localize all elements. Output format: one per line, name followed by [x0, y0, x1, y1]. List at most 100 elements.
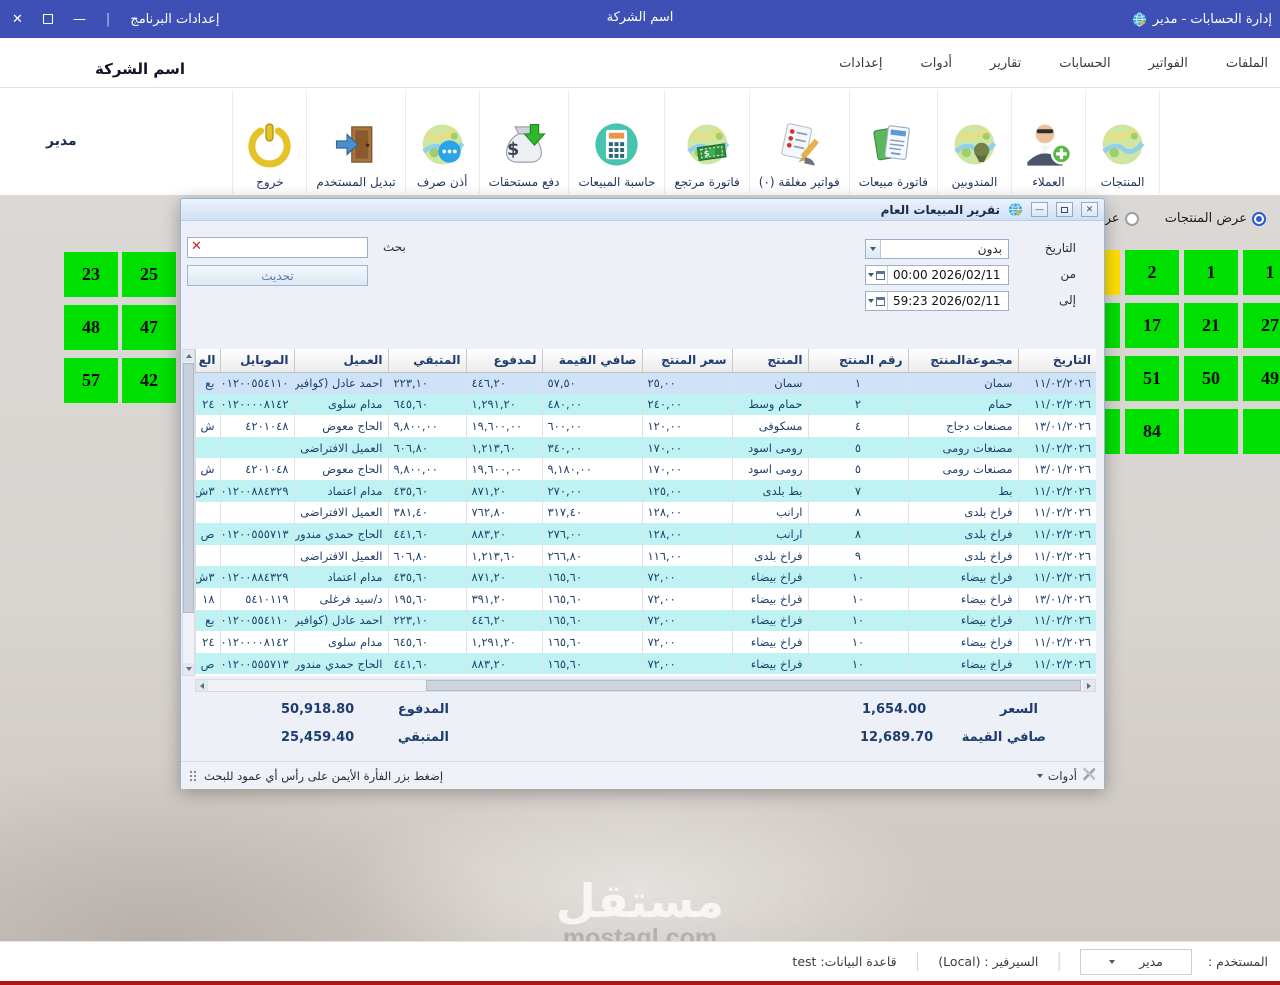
date-mode-combobox[interactable]: بدون	[865, 239, 1009, 259]
resize-grip-icon[interactable]	[189, 769, 197, 782]
table-row[interactable]: ١١/٠٢/٢٠٢٦ فراخ بيضاء ١٠ فراخ بيضاء ٧٢,٠٠ ١٦٥…	[195, 631, 1096, 653]
toolbar-button[interactable]: حاسبة المبيعات	[568, 90, 665, 194]
user-combobox-arrow-icon	[1109, 959, 1116, 964]
product-tile[interactable]: 1	[1243, 250, 1280, 295]
watermark-line1: مستقل	[555, 874, 725, 928]
toolbar-button[interactable]: فواتير مغلقة (٠)	[748, 90, 849, 194]
product-tile[interactable]: 1	[1184, 250, 1238, 295]
column-header[interactable]: مجموعةالمنتج	[907, 349, 1018, 373]
table-row[interactable]: ١١/٠٢/٢٠٢٦ بط ٧ بط بلدى ١٢٥,٠٠ ٢٧٠,٠٠ ٨٧١,٢٠ ٤٣…	[195, 479, 1096, 502]
calendar-dropdown-icon[interactable]	[866, 266, 888, 284]
menu-item[interactable]: الملفات	[1226, 56, 1268, 71]
table-row[interactable]: ١١/٠٢/٢٠٢٦ فراخ بيضاء ١٠ فراخ بيضاء ٧٢,٠٠ ١٦٥…	[195, 609, 1096, 632]
product-tile[interactable]: 21	[1184, 303, 1238, 348]
table-cell: ١١/٠٢/٢٠٢٦	[1017, 544, 1096, 567]
horizontal-scrollbar[interactable]	[195, 679, 1096, 692]
table-row[interactable]: ١١/٠٢/٢٠٢٦ فراخ بيضاء ١٠ فراخ بيضاء ٧٢,٠٠ ١٦٥…	[195, 566, 1096, 588]
product-tile[interactable]: 50	[1184, 356, 1238, 401]
vertical-scrollbar[interactable]	[182, 349, 195, 676]
menu-item[interactable]: إعدادات	[839, 56, 882, 71]
dialog-title: تقرير المبيعات العام	[880, 202, 1000, 217]
menu-item[interactable]: تقارير	[990, 56, 1021, 71]
table-row[interactable]: ١١/٠٢/٢٠٢٦ فراخ بيضاء ١٠ فراخ بيضاء ٧٢,٠٠ ١٦٥…	[195, 652, 1096, 675]
toolbar-button[interactable]: $ فاتورة مرتجع	[664, 90, 749, 194]
combobox-arrow-icon[interactable]	[866, 240, 881, 258]
close-button[interactable]: ✕	[12, 12, 23, 27]
table-row[interactable]: ١١/٠٢/٢٠٢٦ سمان ١ سمان ٢٥,٠٠ ٥٧,٥٠ ٤٤٦,٢٠ ٢٢٣,١…	[195, 372, 1096, 394]
column-header[interactable]: سعر المنتج	[641, 349, 732, 373]
product-tile[interactable]: 42	[122, 358, 176, 403]
table-cell: ١١/٠٢/٢٠٢٦	[1017, 652, 1096, 675]
column-header[interactable]: التاريخ	[1017, 349, 1096, 373]
product-tile[interactable]: 47	[122, 305, 176, 350]
table-row[interactable]: ١٣/٠١/٢٠٢٦ مصنعات رومى ٥ رومى اسود ١٧٠,٠٠ ٩,١…	[195, 458, 1096, 480]
table-row[interactable]: ١٣/٠١/٢٠٢٦ مصنعات دجاج ٤ مسكوفى ١٢٠,٠٠ ٦٠٠,٠٠…	[195, 415, 1096, 437]
column-header[interactable]: رقم المنتج	[807, 349, 908, 373]
product-tile[interactable]: 51	[1125, 356, 1179, 401]
product-tile[interactable]: 25	[122, 252, 176, 297]
table-row[interactable]: ١٣/٠١/٢٠٢٦ فراخ بيضاء ١٠ فراخ بيضاء ٧٢,٠٠ ١٦٥…	[195, 587, 1096, 610]
toolbar-button[interactable]: المندوبين	[937, 90, 1011, 194]
menu-item[interactable]: الفواتير	[1149, 56, 1188, 71]
toolbar-button-label: أذن صرف	[416, 175, 468, 189]
product-tile[interactable]	[1243, 409, 1280, 454]
program-settings-link[interactable]: إعدادات البرنامج	[130, 12, 219, 27]
statusbar-separator: │	[1054, 952, 1064, 971]
menu-item[interactable]: الحسابات	[1059, 56, 1110, 71]
table-row[interactable]: ١١/٠٢/٢٠٢٦ مصنعات رومى ٥ رومى اسود ١٧٠,٠٠ ٣٤٠…	[195, 436, 1096, 459]
scroll-down-icon[interactable]	[183, 663, 194, 675]
to-date-picker[interactable]: 59:23 2026/02/11	[865, 291, 1009, 311]
toolbar-button[interactable]: $ دفع مستحقات	[478, 90, 569, 194]
product-tile[interactable]: 57	[64, 358, 118, 403]
toolbar-button[interactable]: العملاء	[1011, 90, 1085, 194]
scroll-up-icon[interactable]	[183, 350, 194, 362]
dialog-titlebar[interactable]: تقرير المبيعات العام — ✕	[181, 199, 1104, 221]
product-tile[interactable]	[1184, 409, 1238, 454]
toolbar-button[interactable]: خروج	[232, 90, 307, 194]
product-tile[interactable]: 49	[1243, 356, 1280, 401]
from-date-picker[interactable]: 00:00 2026/02/11	[865, 265, 1009, 285]
table-row[interactable]: ١١/٠٢/٢٠٢٦ فراخ بلدى ٨ ارانب ١٢٨,٠٠ ٣١٧,٤٠ ٧٦٢…	[195, 501, 1096, 524]
product-tile[interactable]: 84	[1125, 409, 1179, 454]
vertical-scroll-thumb[interactable]	[183, 363, 194, 613]
toolbar-button[interactable]: فاتورة مبيعات	[848, 90, 937, 194]
scroll-left-icon[interactable]	[196, 680, 208, 691]
dialog-close-button[interactable]: ✕	[1081, 202, 1098, 217]
scroll-right-icon[interactable]	[1083, 680, 1095, 691]
search-input[interactable]	[187, 237, 368, 258]
user-combobox[interactable]: مدير	[1080, 948, 1192, 975]
statusbar-separator: │	[912, 952, 923, 971]
horizontal-scroll-thumb[interactable]	[426, 680, 1081, 691]
toolbar-button[interactable]: المنتجات	[1085, 90, 1159, 194]
search-clear-icon[interactable]: ✕	[191, 239, 202, 254]
product-tile[interactable]: 48	[64, 305, 118, 350]
product-tile[interactable]: 27	[1243, 303, 1280, 348]
toolbar-button[interactable]: تبديل المستخدم	[306, 90, 405, 194]
dialog-minimize-button[interactable]: —	[1031, 202, 1048, 217]
product-tile[interactable]: 23	[64, 252, 118, 297]
toolbar-button[interactable]: أذن صرف	[404, 90, 479, 194]
tools-menu-button[interactable]: أدوات	[1036, 766, 1096, 785]
calendar-dropdown-icon[interactable]	[866, 292, 888, 310]
column-header[interactable]: لمدفوع	[465, 349, 542, 373]
menu-item[interactable]: أدوات	[921, 56, 953, 71]
table-row[interactable]: ١١/٠٢/٢٠٢٦ حمام ٢ حمام وسط ٢٤٠,٠٠ ٤٨٠,٠٠ ١,٢٩١…	[195, 393, 1096, 416]
radio-view-products[interactable]: عرض المنتجات	[1165, 211, 1266, 226]
column-header[interactable]: المتبقي	[387, 349, 466, 373]
table-row[interactable]: ١١/٠٢/٢٠٢٦ فراخ بلدى ٨ ارانب ١٢٨,٠٠ ٢٧٦,٠٠ ٨٨٣…	[195, 523, 1096, 545]
column-header[interactable]: صافي القيمة	[541, 349, 642, 373]
product-tile[interactable]: 17	[1125, 303, 1179, 348]
table-row[interactable]: ١١/٠٢/٢٠٢٦ فراخ بلدى ٩ فراخ بلدى ١١٦,٠٠ ٢٦٦,٨…	[195, 544, 1096, 567]
dialog-maximize-button[interactable]	[1056, 202, 1073, 217]
column-header[interactable]: المنتج	[731, 349, 808, 373]
table-cell: مسكوفى	[731, 415, 808, 437]
maximize-button[interactable]	[42, 14, 53, 24]
column-header[interactable]: العميل	[293, 349, 388, 373]
minimize-button[interactable]: —	[73, 12, 86, 27]
column-header[interactable]: الع	[195, 349, 220, 373]
product-tile[interactable]: 2	[1125, 250, 1179, 295]
table-cell: ص	[195, 523, 220, 545]
table-cell: ١٦٥,٦٠	[541, 652, 642, 675]
column-header[interactable]: الموبايل	[219, 349, 294, 373]
refresh-button[interactable]: تحديث	[187, 265, 368, 286]
